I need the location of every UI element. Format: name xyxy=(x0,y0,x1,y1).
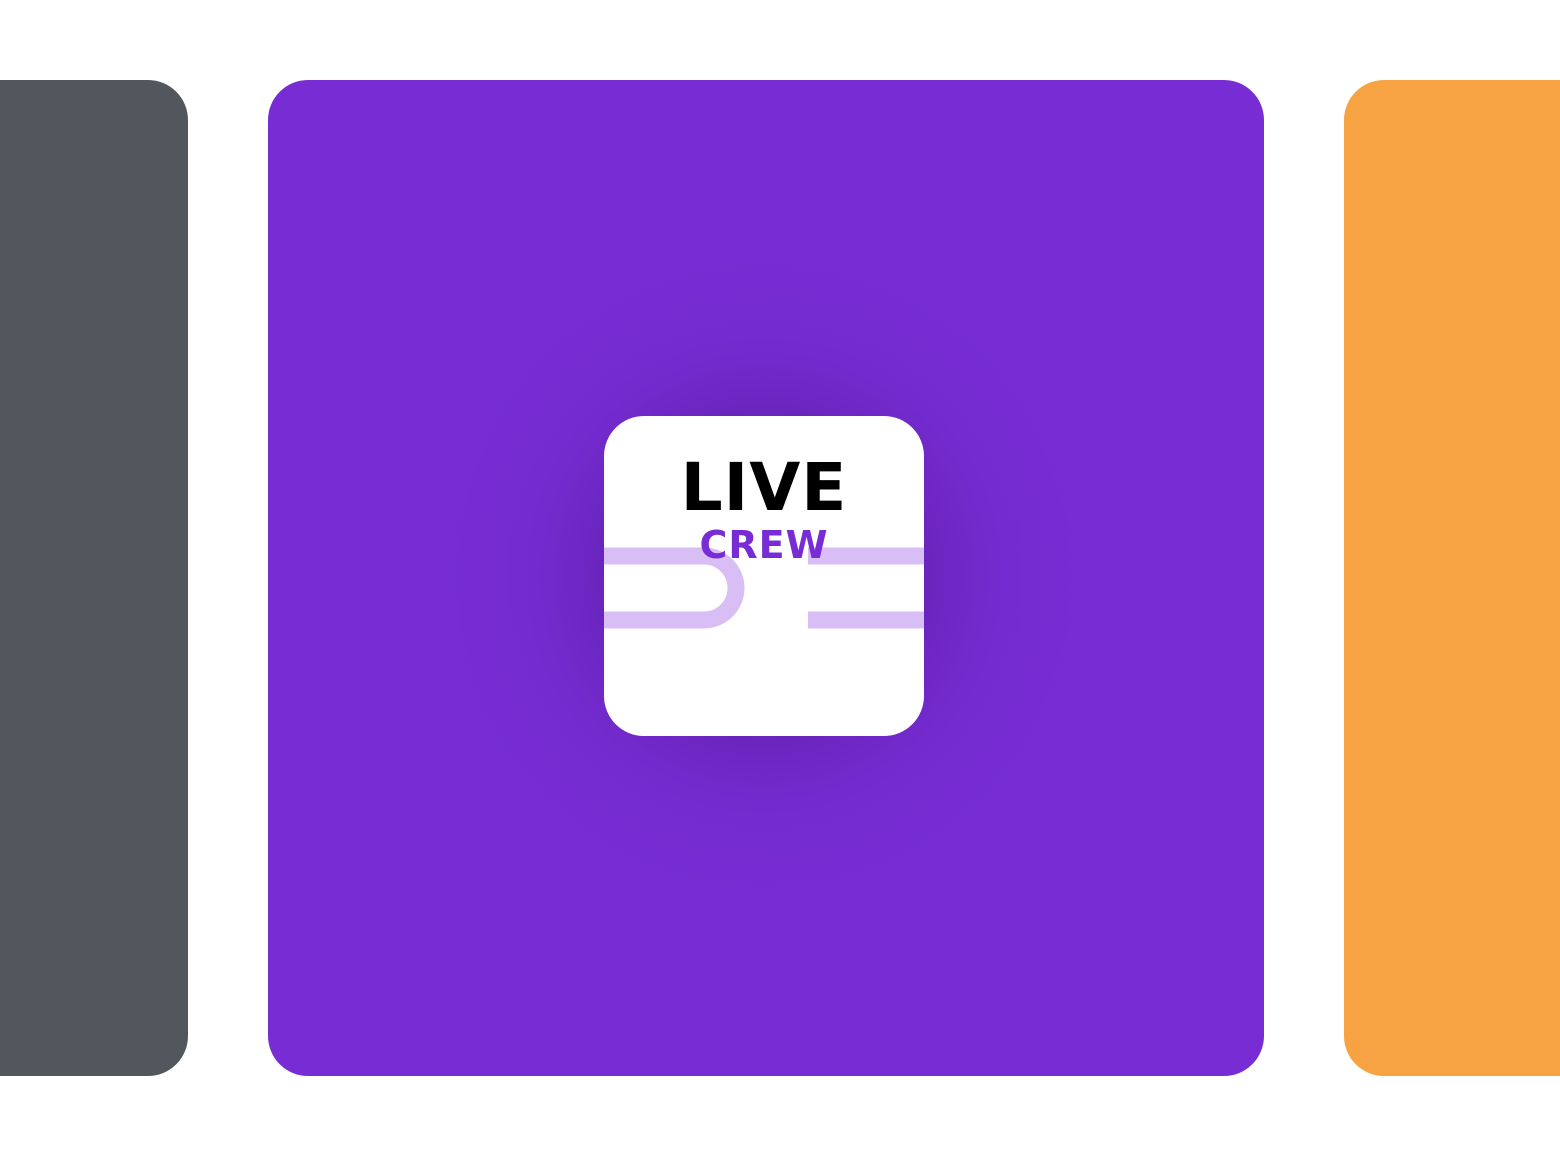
orange-color-panel[interactable] xyxy=(1344,80,1560,1076)
live-crew-app-icon[interactable]: LIVE CREW xyxy=(604,416,924,736)
app-icon-title: LIVE xyxy=(680,449,848,526)
app-icon-subtitle: CREW xyxy=(699,523,829,567)
gray-color-panel[interactable] xyxy=(0,80,188,1076)
